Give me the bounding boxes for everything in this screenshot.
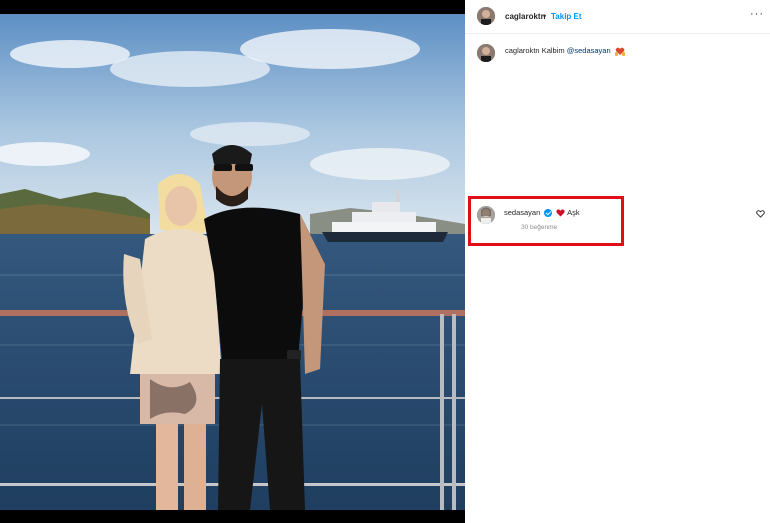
comment: sedasayan Aşk (504, 208, 580, 218)
hands-heart-emoji-icon (614, 47, 625, 56)
comment-likes-count[interactable]: 30 beğenme (521, 224, 557, 231)
header-separator: • (543, 11, 547, 21)
author-avatar[interactable] (477, 7, 495, 25)
comment-username[interactable]: sedasayan (504, 208, 540, 217)
follow-button[interactable]: Takip Et (551, 12, 582, 21)
comment-text: Aşk (567, 208, 580, 217)
caption-username[interactable]: caglaroktn (505, 46, 540, 55)
avatar-image (477, 44, 495, 62)
author-username[interactable]: caglaroktn (505, 12, 545, 21)
post-side-panel: caglaroktn • Takip Et ··· caglaroktn Kal… (465, 0, 770, 523)
like-comment-heart-icon[interactable] (756, 210, 765, 218)
avatar-image (477, 206, 495, 224)
post-photo[interactable] (0, 14, 465, 510)
more-options-icon[interactable]: ··· (750, 8, 764, 20)
header-divider (465, 33, 770, 34)
post-photo-panel (0, 0, 465, 523)
caption: caglaroktn Kalbim @sedasayan (505, 46, 625, 56)
red-heart-emoji-icon (556, 209, 566, 217)
comment-avatar[interactable] (477, 206, 495, 224)
caption-mention[interactable]: @sedasayan (567, 46, 611, 55)
caption-text: Kalbim (541, 46, 565, 55)
caption-avatar[interactable] (477, 44, 495, 62)
verified-badge-icon (544, 209, 553, 218)
avatar-image (477, 7, 495, 25)
